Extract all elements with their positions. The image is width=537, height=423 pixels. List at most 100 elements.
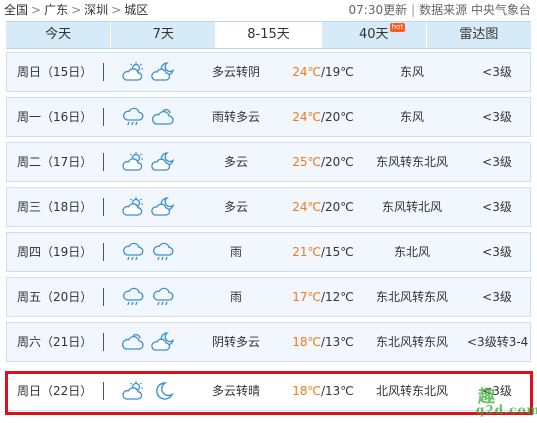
low-temperature: /19℃ [320, 65, 354, 79]
tab-40-days[interactable]: 40天 hot [322, 22, 427, 48]
temperature-range: 18℃/13℃ [288, 323, 358, 361]
forecast-row: 周日（15日） 多云转阴 24℃/19℃ 东风 <3级 [6, 52, 531, 92]
tab-8-15-days[interactable]: 8-15天 [216, 22, 322, 48]
forecast-tabs: 今天 7天 8-15天 40天 hot 雷达图 [6, 21, 531, 49]
row-divider [103, 382, 104, 400]
high-temperature: 21℃ [292, 245, 321, 259]
row-divider [103, 153, 104, 171]
wind-level: <3级 [482, 290, 512, 304]
row-divider [103, 333, 104, 351]
wind-level: <3级 [482, 110, 512, 124]
forecast-date: 周五（20日） [17, 290, 93, 304]
forecast-date: 周六（21日） [17, 335, 93, 349]
forecast-date: 周二（17日） [17, 155, 93, 169]
tab-7-days[interactable]: 7天 [111, 22, 217, 48]
wind-direction: 东风转东北风 [375, 155, 448, 169]
forecast-row: 周日（22日） 多云转晴 18℃/13℃ 北风转东北风 <3级 [6, 371, 531, 411]
wind-direction: 东风 [399, 110, 424, 124]
forecast-date: 周日（22日） [17, 384, 93, 398]
rain-cloud-icon [151, 241, 175, 263]
row-divider [103, 198, 104, 216]
forecast-date: 周三（18日） [17, 200, 93, 214]
low-temperature: /20℃ [320, 155, 354, 169]
cloudy-moon-icon [151, 196, 175, 218]
breadcrumb-item-country[interactable]: 全国 [4, 0, 28, 20]
wind-direction: 东北风转东风 [375, 335, 448, 349]
weather-description: 多云 [223, 200, 248, 214]
breadcrumb-item-district: 城区 [124, 3, 149, 17]
forecast-row: 周五（20日） 雨 17℃/12℃ 东北风转东风 <3级 [6, 277, 531, 317]
rain-cloud-icon [151, 286, 175, 308]
watermark-logo: 趣 q2d.com [468, 382, 537, 422]
tab-today[interactable]: 今天 [6, 22, 112, 48]
temperature-range: 24℃/20℃ [288, 188, 358, 226]
forecast-row: 周二（17日） 多云 25℃/20℃ 东风转东北风 <3级 [6, 142, 531, 182]
partly-cloudy-sun-icon [121, 196, 145, 218]
weather-description: 雨 [229, 245, 242, 259]
forecast-date: 周日（15日） [17, 65, 93, 79]
wind-level: <3级 [482, 155, 512, 169]
weather-description: 阴转多云 [211, 335, 260, 349]
update-time: 07:30更新 [348, 3, 408, 17]
high-temperature: 25℃ [292, 155, 321, 169]
low-temperature: /20℃ [320, 110, 354, 124]
row-divider [103, 63, 104, 81]
high-temperature: 17℃ [292, 290, 321, 304]
tab-label: 40天 [358, 27, 389, 42]
breadcrumb-separator: > [111, 3, 122, 17]
temperature-range: 21℃/15℃ [288, 233, 358, 271]
rain-cloud-icon [121, 106, 145, 128]
weather-description: 雨 [229, 290, 242, 304]
forecast-date: 周四（19日） [17, 245, 93, 259]
weather-description: 雨转多云 [211, 110, 260, 124]
partly-cloudy-sun-icon [121, 61, 145, 83]
low-temperature: /13℃ [320, 384, 354, 398]
rain-cloud-icon [121, 286, 145, 308]
forecast-row: 周六（21日） 阴转多云 18℃/13℃ 东北风转东风 <3级转3-4 [6, 322, 531, 362]
tab-label: 7天 [152, 27, 174, 42]
breadcrumb-item-province[interactable]: 广东 [44, 0, 68, 20]
tab-label: 8-15天 [247, 27, 290, 42]
cloudy-moon-icon [151, 151, 175, 173]
temperature-range: 25℃/20℃ [288, 143, 358, 181]
watermark-domain: q2d.com [476, 403, 537, 417]
wind-level: <3级 [482, 245, 512, 259]
partly-cloudy-sun-icon [121, 380, 145, 402]
low-temperature: /20℃ [320, 200, 354, 214]
wind-direction: 东风 [399, 65, 424, 79]
breadcrumb: 全国 > 广东 > 深圳 > 城区 [4, 0, 148, 20]
temperature-range: 24℃/19℃ [288, 53, 358, 91]
breadcrumb-item-city[interactable]: 深圳 [84, 0, 108, 20]
high-temperature: 24℃ [292, 65, 321, 79]
low-temperature: /12℃ [320, 290, 354, 304]
high-temperature: 24℃ [292, 110, 321, 124]
row-divider [103, 288, 104, 306]
partly-cloudy-sun-icon [121, 151, 145, 173]
weather-description: 多云转晴 [211, 384, 260, 398]
top-bar: 全国 > 广东 > 深圳 > 城区 07:30更新 | 数据来源 中央气象台 [0, 0, 537, 20]
wind-direction: 东北风 [393, 245, 430, 259]
forecast-date: 周一（16日） [17, 110, 93, 124]
tab-label: 今天 [45, 27, 72, 42]
meta-divider: | [411, 3, 416, 17]
temperature-range: 24℃/20℃ [288, 98, 358, 136]
wind-level: <3级 [482, 65, 512, 79]
weather-description: 多云 [223, 155, 248, 169]
forecast-row: 周三（18日） 多云 24℃/20℃ 东风转北风 <3级 [6, 187, 531, 227]
tab-radar[interactable]: 雷达图 [427, 22, 531, 48]
wind-direction: 东风转北风 [381, 200, 442, 214]
cloud-icon [151, 106, 175, 128]
breadcrumb-separator: > [71, 3, 82, 17]
forecast-row: 周四（19日） 雨 21℃/15℃ 东北风 <3级 [6, 232, 531, 272]
wind-direction: 东北风转东风 [375, 290, 448, 304]
cloud-icon [121, 331, 145, 353]
low-temperature: /15℃ [320, 245, 354, 259]
wind-level: <3级 [482, 200, 512, 214]
breadcrumb-separator: > [31, 3, 42, 17]
weather-description: 多云转阴 [211, 65, 260, 79]
temperature-range: 17℃/12℃ [288, 278, 358, 316]
moon-icon [151, 380, 175, 402]
high-temperature: 24℃ [292, 200, 321, 214]
tab-label: 雷达图 [459, 27, 499, 42]
rain-cloud-icon [121, 241, 145, 263]
